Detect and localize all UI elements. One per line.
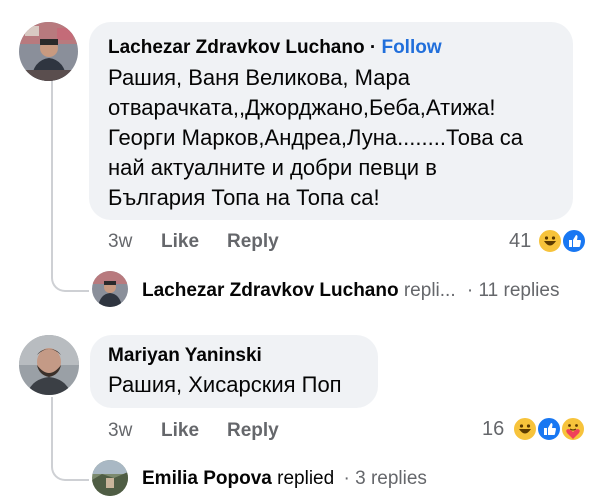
comment-text-line: Рашия, Ваня Великова, Мара <box>108 65 410 90</box>
follow-button[interactable]: Follow <box>381 37 441 58</box>
reply-button[interactable]: Reply <box>227 231 279 253</box>
avatar-lachezar[interactable] <box>19 22 78 81</box>
reaction-count[interactable]: 16 <box>482 418 504 441</box>
thread-line <box>51 80 89 292</box>
reaction-count[interactable]: 41 <box>509 230 531 253</box>
haha-icon <box>537 228 563 254</box>
comment-bubble: Lachezar Zdravkov Luchano · Follow Рашия… <box>89 22 573 220</box>
comment-text-line: Рашия, Хисарския Поп <box>108 372 342 397</box>
comment-bubble: Mariyan Yaninski Рашия, Хисарския Поп <box>90 335 378 408</box>
care-icon <box>560 416 586 442</box>
comment-text-line: Георги Марков,Андреа,Луна........Това са <box>108 125 523 150</box>
comment-text-line: България Топа на Топа са! <box>108 185 380 210</box>
like-icon <box>536 416 562 442</box>
like-icon <box>561 228 587 254</box>
comment-author[interactable]: Lachezar Zdravkov Luchano <box>108 37 365 58</box>
avatar-emilia[interactable] <box>92 460 128 496</box>
comment-text-line: най актуалните и добри певци в <box>108 155 437 180</box>
reply-action: replied <box>277 468 335 489</box>
like-button[interactable]: Like <box>161 231 199 253</box>
comment-time[interactable]: 3w <box>108 231 132 253</box>
separator-dot: · <box>466 280 474 301</box>
avatar-photo <box>19 335 79 395</box>
reply-count[interactable]: 11 replies <box>479 280 560 301</box>
reply-preview[interactable]: Emilia Popova replied · 3 replies <box>142 468 427 490</box>
reply-count[interactable]: 3 replies <box>355 468 427 489</box>
like-button[interactable]: Like <box>161 420 199 442</box>
comment-actions: 3w Like Reply <box>0 420 600 444</box>
reply-author[interactable]: Lachezar Zdravkov Luchano <box>142 280 399 301</box>
reply-action: repli... <box>403 280 456 301</box>
reply-button[interactable]: Reply <box>227 420 279 442</box>
comment-author[interactable]: Mariyan Yaninski <box>108 344 368 368</box>
comment-text: Рашия, Хисарския Поп <box>108 370 368 400</box>
comment-text: Рашия, Ваня Великова, Мара отварачката,,… <box>108 63 563 213</box>
avatar-mariyan[interactable] <box>19 335 79 395</box>
separator-dot: · <box>369 37 377 58</box>
reply-author[interactable]: Emilia Popova <box>142 468 272 489</box>
comment-text-line: отварачката,,Джорджано,Беба,Атижа! <box>108 95 496 120</box>
avatar-reply-lachezar[interactable] <box>92 271 128 307</box>
comment-time[interactable]: 3w <box>108 420 132 442</box>
separator-dot: · <box>343 468 350 489</box>
avatar-photo <box>92 460 128 496</box>
avatar-photo <box>92 271 128 307</box>
haha-icon <box>512 416 538 442</box>
reply-preview[interactable]: Lachezar Zdravkov Luchano repli... · 11 … <box>142 280 559 302</box>
avatar-photo <box>19 22 78 81</box>
